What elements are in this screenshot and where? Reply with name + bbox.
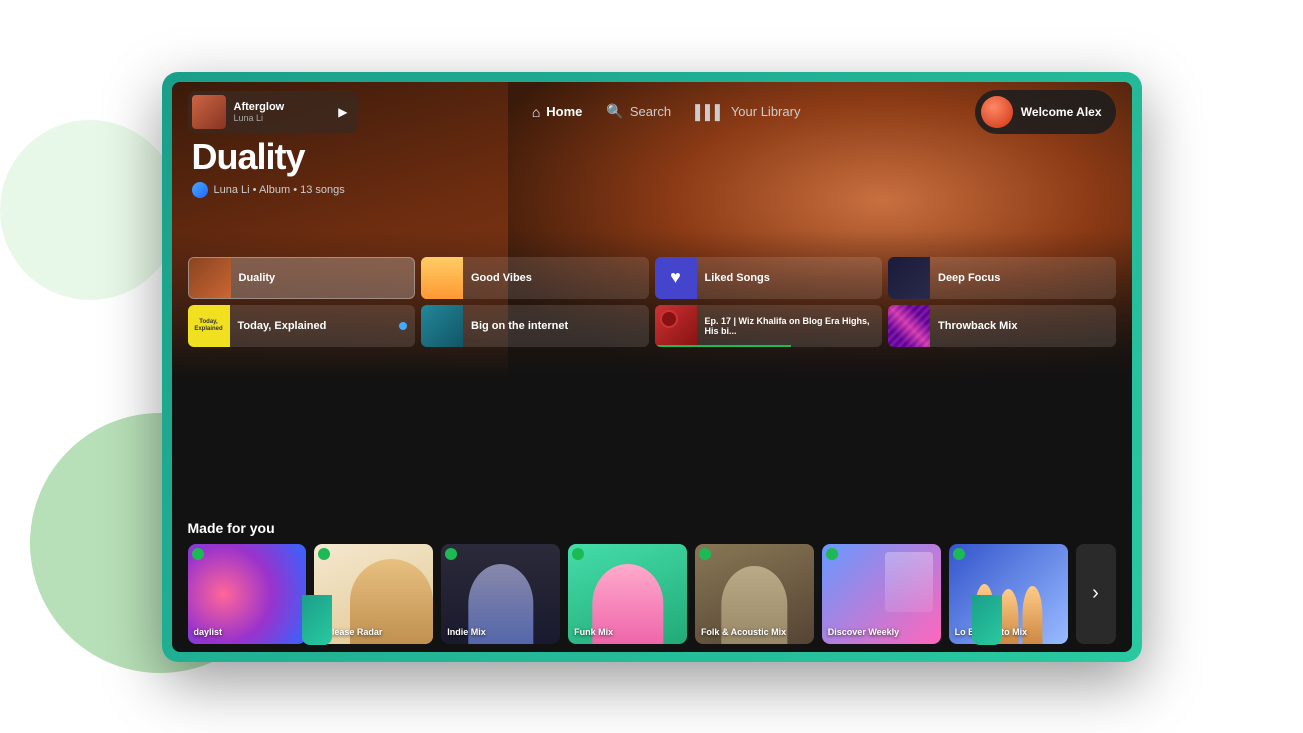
section-title: Made for you <box>188 520 1116 536</box>
home-icon: ⌂ <box>532 104 540 120</box>
quick-item-deep-focus[interactable]: Deep Focus <box>888 257 1116 299</box>
nav-home[interactable]: ⌂ Home <box>532 104 583 120</box>
np-text-block: Afterglow Luna Li <box>234 101 331 123</box>
quick-thumb-liked: ♥ <box>655 257 697 299</box>
tv-legs <box>162 595 1142 645</box>
artist-name: Luna Li <box>214 184 250 196</box>
song-count: 13 songs <box>300 184 345 196</box>
welcome-text: Welcome Alex <box>1021 105 1102 119</box>
quick-thumb-duality <box>189 257 231 299</box>
quick-thumb-goodvibes <box>421 257 463 299</box>
quick-item-duality[interactable]: Duality <box>188 257 416 299</box>
heart-icon: ♥ <box>670 267 681 288</box>
quick-label-today: Today, Explained <box>238 320 392 332</box>
tv-leg-right <box>972 595 1002 645</box>
np-song-title: Afterglow <box>234 101 331 113</box>
spotify-badge-daylist <box>192 548 204 560</box>
nav-search[interactable]: 🔍 Search <box>606 103 671 120</box>
spotify-badge-release <box>318 548 330 560</box>
quick-item-wiz[interactable]: Ep. 17 | Wiz Khalifa on Blog Era Highs, … <box>655 305 883 347</box>
album-meta: Luna Li • Album • 13 songs <box>192 182 345 198</box>
nav-home-label: Home <box>546 104 582 119</box>
quick-item-big-internet[interactable]: Big on the internet <box>421 305 649 347</box>
quick-item-throwback[interactable]: Throwback Mix <box>888 305 1116 347</box>
quick-thumb-biginternet <box>421 305 463 347</box>
quick-label-liked: Liked Songs <box>705 272 883 284</box>
spotify-badge-discover <box>826 548 838 560</box>
now-playing-bar[interactable]: Afterglow Luna Li ▶ <box>188 91 358 133</box>
quick-grid: Duality Good Vibes ♥ Liked Songs <box>188 257 1116 347</box>
np-artist-name: Luna Li <box>234 113 331 123</box>
quick-thumb-throwback <box>888 305 930 347</box>
tv-leg-left <box>302 595 332 645</box>
album-meta-text: Luna Li • Album • 13 songs <box>214 184 345 196</box>
library-icon: ▌▌▌ <box>695 104 725 120</box>
welcome-badge[interactable]: Welcome Alex <box>975 90 1116 134</box>
quick-item-today-explained[interactable]: Today, Explained Today, Explained <box>188 305 416 347</box>
quick-item-liked-songs[interactable]: ♥ Liked Songs <box>655 257 883 299</box>
hero-content: Duality Luna Li • Album • 13 songs <box>192 137 345 199</box>
spotify-badge-funk <box>572 548 584 560</box>
quick-thumb-wiz <box>655 305 697 347</box>
quick-thumb-deepfocus <box>888 257 930 299</box>
nav-search-label: Search <box>630 104 671 119</box>
np-play-button[interactable]: ▶ <box>338 105 347 119</box>
artist-icon <box>192 182 208 198</box>
quick-label-throwback: Throwback Mix <box>938 320 1116 332</box>
new-episode-dot <box>399 322 407 330</box>
tv-frame: Afterglow Luna Li ▶ ⌂ Home 🔍 Search <box>162 72 1142 662</box>
bg-decoration-circle-small <box>0 120 180 300</box>
header: Afterglow Luna Li ▶ ⌂ Home 🔍 Search <box>172 82 1132 142</box>
spotify-badge-folk <box>699 548 711 560</box>
quick-label-deepfocus: Deep Focus <box>938 272 1116 284</box>
avatar <box>981 96 1013 128</box>
nav-library[interactable]: ▌▌▌ Your Library <box>695 104 800 120</box>
album-type: Album <box>259 184 290 196</box>
quick-label-duality: Duality <box>239 272 415 284</box>
tv-screen: Afterglow Luna Li ▶ ⌂ Home 🔍 Search <box>172 82 1132 652</box>
album-title: Duality <box>192 137 345 177</box>
nav-items: ⌂ Home 🔍 Search ▌▌▌ Your Library <box>370 103 963 120</box>
spotify-badge-loblanquito <box>953 548 965 560</box>
np-album-art <box>192 95 226 129</box>
quick-label-biginternet: Big on the internet <box>471 320 649 332</box>
episode-progress <box>655 345 792 347</box>
spotify-badge-indie <box>445 548 457 560</box>
nav-library-label: Your Library <box>731 104 801 119</box>
page-wrapper: Afterglow Luna Li ▶ ⌂ Home 🔍 Search <box>0 0 1303 733</box>
search-icon: 🔍 <box>606 103 623 120</box>
quick-label-goodvibes: Good Vibes <box>471 272 649 284</box>
quick-item-good-vibes[interactable]: Good Vibes <box>421 257 649 299</box>
quick-thumb-today: Today, Explained <box>188 305 230 347</box>
quick-label-wiz: Ep. 17 | Wiz Khalifa on Blog Era Highs, … <box>705 316 883 336</box>
